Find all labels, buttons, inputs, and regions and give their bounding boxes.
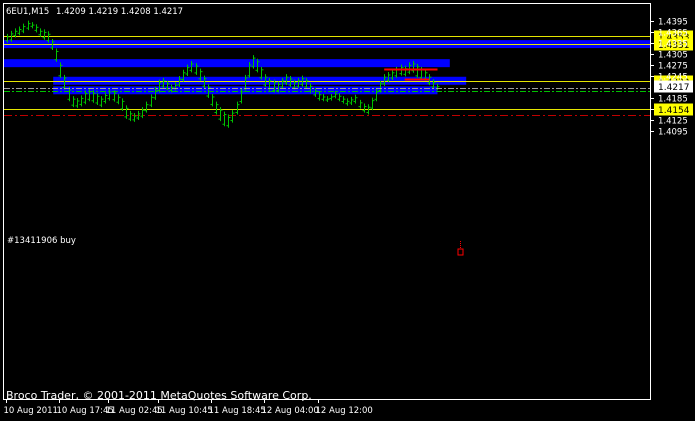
current-price-label: 1.4217 <box>658 83 690 93</box>
chart-ohlc-label: 1.4209 1.4219 1.4208 1.4217 <box>56 7 183 17</box>
time-axis-label: 12 Aug 12:00 <box>316 406 373 416</box>
price-axis-label: 1.4395 <box>658 18 688 28</box>
price-axis-label: 1.4275 <box>658 62 688 72</box>
order-label: #13411906 buy <box>7 236 76 246</box>
chart-symbol-label: 6EU1,M15 <box>6 7 49 17</box>
price-axis-label: 1.4125 <box>658 117 688 127</box>
price-axis-label: 1.4365 <box>658 29 688 39</box>
copyright-label: Broco Trader, © 2001-2011 MetaQuotes Sof… <box>6 389 312 402</box>
zone-band <box>4 59 450 68</box>
time-axis-label: 11 Aug 10:45 <box>156 406 213 416</box>
price-axis-label: 1.4095 <box>658 128 688 138</box>
price-axis-label: 1.4305 <box>658 51 688 61</box>
time-axis-label: 12 Aug 04:00 <box>262 406 319 416</box>
time-axis-label: 11 Aug 02:45 <box>106 406 163 416</box>
price-axis-label: 1.4185 <box>658 95 688 105</box>
time-axis-label: 11 Aug 18:45 <box>209 406 266 416</box>
level-price-tag-label: 1.4154 <box>658 106 690 116</box>
time-axis-label: 10 Aug 2011 <box>4 406 58 416</box>
price-axis-label: 1.4335 <box>658 40 688 50</box>
chart-root: 1.43531.43311.42321.41541.43951.43651.43… <box>0 0 695 421</box>
